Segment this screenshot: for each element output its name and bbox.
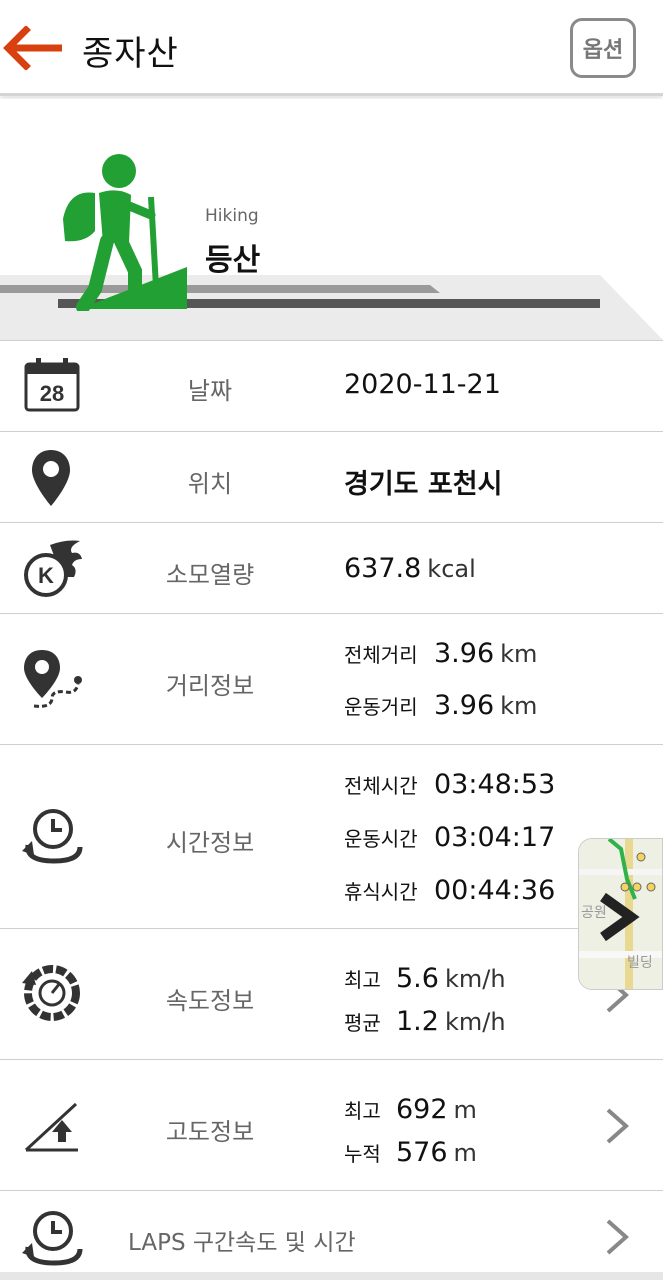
calorie-letter: K — [38, 563, 54, 588]
time-row: 시간정보 전체시간 03:48:53 운동시간 03:04:17 휴식시간 00:44… — [0, 744, 663, 928]
distance-label: 거리정보 — [165, 672, 255, 700]
page-title: 종자산 — [82, 34, 179, 74]
hiker-icon — [63, 154, 187, 311]
altitude-slope-icon — [24, 1102, 78, 1152]
date-value: 2020-11-21 — [344, 369, 501, 400]
map-text-park: 공원 — [581, 904, 607, 920]
cumulative-altitude-unit: m — [453, 1139, 477, 1167]
date-row: 28 날짜 2020-11-21 — [0, 340, 663, 431]
max-speed: 최고 5.6 km/h — [344, 963, 506, 994]
app-header: 종자산 옵션 — [0, 0, 663, 96]
calories-value-group: 637.8 kcal — [344, 553, 476, 584]
avg-speed: 평균 1.2 km/h — [344, 1006, 506, 1037]
laps-clock-icon — [22, 1211, 83, 1266]
exercise-time-value: 03:04:17 — [434, 822, 556, 853]
exercise-time: 운동시간 03:04:17 — [344, 822, 555, 853]
exercise-distance-label: 운동거리 — [344, 695, 418, 719]
activity-type-title: 등산 — [205, 243, 261, 278]
rest-time: 휴식시간 00:44:36 — [344, 875, 555, 906]
cumulative-altitude: 누적 576 m — [344, 1137, 477, 1168]
map-preview: 공원 빌딩 — [579, 839, 662, 989]
date-label: 날짜 — [187, 377, 233, 405]
avg-speed-unit: km/h — [444, 1008, 506, 1036]
laps-row[interactable]: LAPS 구간속도 및 시간 — [0, 1190, 663, 1280]
max-speed-label: 최고 — [344, 968, 381, 992]
speed-row[interactable]: 속도정보 최고 5.6 km/h 평균 1.2 km/h — [0, 928, 663, 1059]
total-time: 전체시간 03:48:53 — [344, 769, 555, 800]
calendar-icon: 28 — [24, 358, 80, 412]
exercise-time-label: 운동시간 — [344, 827, 418, 851]
back-button[interactable] — [2, 25, 64, 71]
map-thumbnail-button[interactable]: 공원 빌딩 — [578, 838, 663, 990]
chevron-right-icon[interactable] — [604, 1217, 632, 1257]
total-distance-unit: km — [500, 640, 538, 668]
calories-row: K 소모열량 637.8 kcal — [0, 522, 663, 613]
calories-label: 소모열량 — [165, 561, 255, 589]
max-speed-unit: km/h — [444, 965, 506, 993]
exercise-distance-value: 3.96 — [434, 690, 495, 721]
max-altitude-value: 692 — [396, 1094, 448, 1125]
avg-speed-label: 평균 — [344, 1011, 381, 1035]
calories-unit: kcal — [427, 555, 476, 583]
distance-row: 거리정보 전체거리 3.96 km 운동거리 3.96 km — [0, 613, 663, 744]
max-speed-value: 5.6 — [396, 963, 439, 994]
chevron-right-icon[interactable] — [604, 1106, 632, 1146]
location-pin-icon — [32, 450, 70, 506]
max-altitude-unit: m — [453, 1096, 477, 1124]
location-value: 경기도 포천시 — [344, 469, 503, 500]
rest-time-label: 휴식시간 — [344, 880, 418, 904]
avg-speed-value: 1.2 — [396, 1006, 439, 1037]
total-distance-label: 전체거리 — [344, 643, 418, 667]
map-text-building: 빌딩 — [627, 954, 653, 970]
altitude-label: 고도정보 — [165, 1118, 255, 1146]
activity-hero: Hiking 등산 — [0, 99, 663, 340]
clock-loop-icon — [22, 809, 83, 864]
cumulative-altitude-value: 576 — [396, 1137, 448, 1168]
back-arrow-icon — [3, 25, 62, 71]
calorie-flame-icon: K — [24, 540, 82, 597]
exercise-distance: 운동거리 3.96 km — [344, 690, 537, 721]
option-button[interactable]: 옵션 — [570, 18, 636, 78]
cumulative-altitude-label: 누적 — [344, 1142, 381, 1166]
total-distance: 전체거리 3.96 km — [344, 638, 537, 669]
speedometer-icon — [22, 965, 80, 1021]
total-time-value: 03:48:53 — [434, 769, 556, 800]
location-label: 위치 — [187, 470, 233, 498]
location-row: 위치 경기도 포천시 — [0, 431, 663, 522]
exercise-distance-unit: km — [500, 692, 538, 720]
activity-type-en: Hiking — [205, 206, 259, 226]
calories-value: 637.8 — [344, 553, 422, 584]
total-time-label: 전체시간 — [344, 774, 418, 798]
speed-label: 속도정보 — [165, 987, 255, 1015]
time-label: 시간정보 — [165, 829, 255, 857]
total-distance-value: 3.96 — [434, 638, 495, 669]
laps-label: LAPS 구간속도 및 시간 — [128, 1230, 356, 1256]
calendar-day: 28 — [40, 381, 64, 406]
max-altitude: 최고 692 m — [344, 1094, 477, 1125]
route-pin-icon — [24, 650, 82, 708]
altitude-row[interactable]: 고도정보 최고 692 m 누적 576 m — [0, 1059, 663, 1190]
max-altitude-label: 최고 — [344, 1099, 381, 1123]
rest-time-value: 00:44:36 — [434, 875, 556, 906]
